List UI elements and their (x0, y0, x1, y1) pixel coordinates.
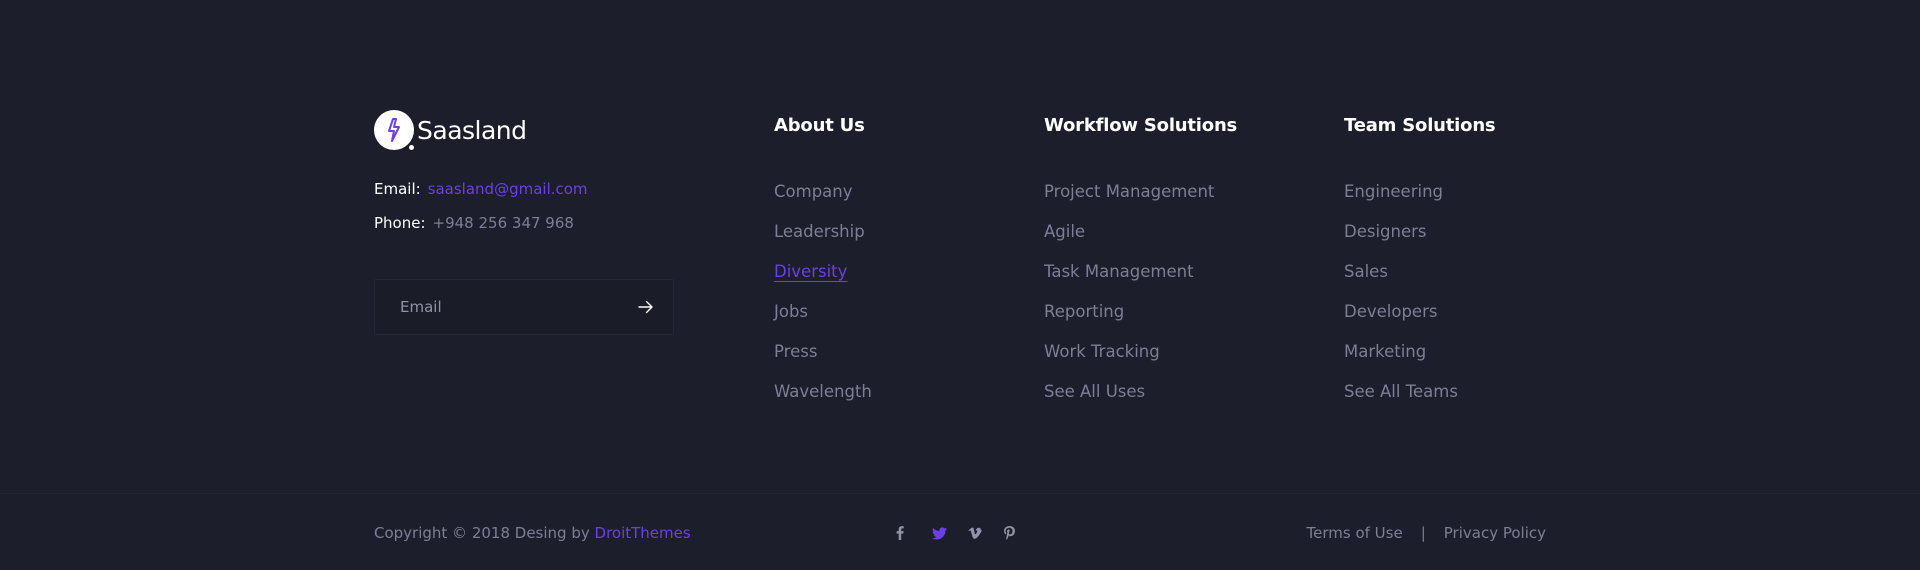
list-item: Diversity (774, 252, 872, 292)
list-item: See All Uses (1044, 372, 1237, 412)
lightning-bolt-icon (374, 110, 416, 152)
list-item: Reporting (1044, 292, 1237, 332)
workflow-title: Workflow Solutions (1044, 115, 1238, 136)
arrow-right-icon[interactable] (635, 296, 657, 318)
link-leadership[interactable]: Leadership (774, 222, 865, 241)
terms-link[interactable]: Terms of Use (1307, 524, 1403, 542)
legal-separator: | (1420, 524, 1426, 542)
link-jobs[interactable]: Jobs (774, 302, 808, 321)
about-title: About Us (774, 115, 865, 136)
list-item: Work Tracking (1044, 332, 1237, 372)
list-item: Project Management (1044, 172, 1237, 212)
link-work-tracking[interactable]: Work Tracking (1044, 342, 1160, 361)
logo[interactable]: Saasland (374, 110, 674, 152)
list-item: Jobs (774, 292, 872, 332)
team-title: Team Solutions (1344, 115, 1496, 136)
footer-bottom: Copyright © 2018 Desing by DroitThemes T… (0, 493, 1920, 570)
workflow-column: Workflow Solutions Project Management Ag… (1044, 110, 1237, 412)
link-see-all-uses[interactable]: See All Uses (1044, 382, 1145, 401)
email-line: Email: saasland@gmail.com (374, 172, 674, 206)
list-item: Wavelength (774, 372, 872, 412)
list-item: See All Teams (1344, 372, 1495, 412)
link-project-management[interactable]: Project Management (1044, 182, 1214, 201)
privacy-link[interactable]: Privacy Policy (1444, 524, 1546, 542)
link-press[interactable]: Press (774, 342, 817, 361)
phone-line: Phone: +948 256 347 968 (374, 206, 674, 240)
email-input[interactable] (400, 298, 620, 316)
team-column: Team Solutions Engineering Designers Sal… (1344, 110, 1496, 412)
about-column: About Us Company Leadership Diversity Jo… (774, 110, 872, 412)
link-sales[interactable]: Sales (1344, 262, 1388, 281)
social-links (896, 523, 1040, 543)
about-links: Company Leadership Diversity Jobs Press … (774, 172, 872, 412)
list-item: Leadership (774, 212, 872, 252)
list-item: Engineering (1344, 172, 1495, 212)
list-item: Agile (1044, 212, 1237, 252)
link-task-management[interactable]: Task Management (1044, 262, 1194, 281)
pinterest-icon[interactable] (1004, 523, 1040, 543)
email-label: Email: (374, 180, 421, 198)
link-agile[interactable]: Agile (1044, 222, 1085, 241)
facebook-icon[interactable] (896, 523, 932, 543)
list-item: Marketing (1344, 332, 1495, 372)
link-see-all-teams[interactable]: See All Teams (1344, 382, 1458, 401)
link-designers[interactable]: Designers (1344, 222, 1427, 241)
link-engineering[interactable]: Engineering (1344, 182, 1443, 201)
list-item: Sales (1344, 252, 1495, 292)
subscribe-form (374, 279, 674, 335)
workflow-links: Project Management Agile Task Management… (1044, 172, 1237, 412)
droitthemes-link[interactable]: DroitThemes (595, 524, 691, 542)
list-item: Designers (1344, 212, 1495, 252)
link-reporting[interactable]: Reporting (1044, 302, 1124, 321)
brand-name: Saasland (417, 115, 527, 145)
list-item: Developers (1344, 292, 1495, 332)
vimeo-icon[interactable] (968, 523, 1004, 543)
legal-links: Terms of Use | Privacy Policy (1307, 524, 1547, 542)
team-links: Engineering Designers Sales Developers M… (1344, 172, 1495, 412)
email-link[interactable]: saasland@gmail.com (428, 180, 588, 198)
link-marketing[interactable]: Marketing (1344, 342, 1426, 361)
copyright-text: Copyright © 2018 Desing by (374, 524, 590, 542)
footer-top: Saasland Email: saasland@gmail.com Phone… (0, 0, 1920, 493)
link-wavelength[interactable]: Wavelength (774, 382, 872, 401)
list-item: Press (774, 332, 872, 372)
list-item: Company (774, 172, 872, 212)
link-diversity[interactable]: Diversity (774, 262, 847, 281)
phone-value: +948 256 347 968 (432, 214, 574, 232)
phone-label: Phone: (374, 214, 426, 232)
copyright: Copyright © 2018 Desing by DroitThemes (374, 524, 691, 542)
brand-column: Saasland Email: saasland@gmail.com Phone… (374, 110, 674, 335)
contact-info: Email: saasland@gmail.com Phone: +948 25… (374, 172, 674, 240)
link-developers[interactable]: Developers (1344, 302, 1437, 321)
twitter-icon[interactable] (932, 523, 968, 543)
list-item: Task Management (1044, 252, 1237, 292)
link-company[interactable]: Company (774, 182, 853, 201)
